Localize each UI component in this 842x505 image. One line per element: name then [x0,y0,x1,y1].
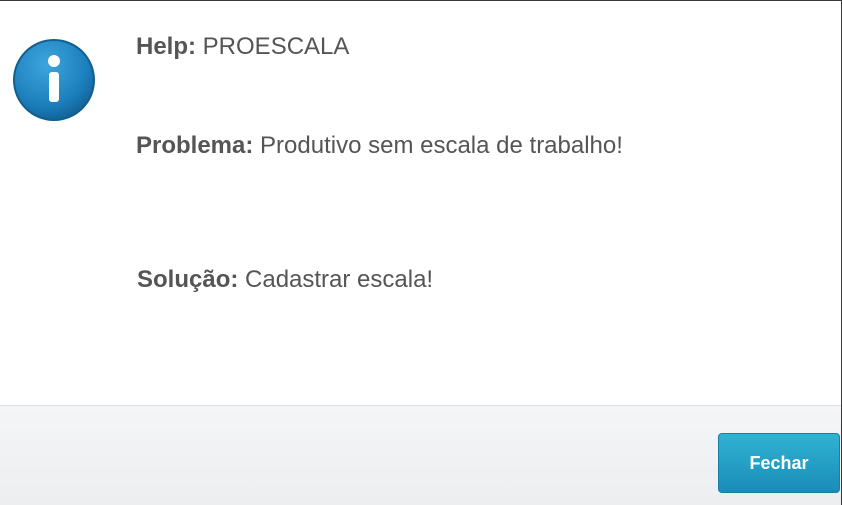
help-line: Help: PROESCALA [136,33,349,61]
solution-label: Solução: [137,266,239,293]
help-dialog: Help: PROESCALA Problema: Produtivo sem … [0,0,842,505]
dialog-footer: Fechar [0,405,841,505]
problem-label: Problema: [136,132,254,159]
solution-line: Solução: Cadastrar escala! [137,266,433,294]
problem-value: Produtivo sem escala de trabalho! [260,132,623,159]
help-label: Help: [136,33,196,60]
help-value: PROESCALA [202,33,350,60]
problem-line: Problema: Produtivo sem escala de trabal… [136,132,623,160]
close-button[interactable]: Fechar [718,433,840,493]
info-icon [12,38,96,122]
solution-value: Cadastrar escala! [245,266,434,293]
